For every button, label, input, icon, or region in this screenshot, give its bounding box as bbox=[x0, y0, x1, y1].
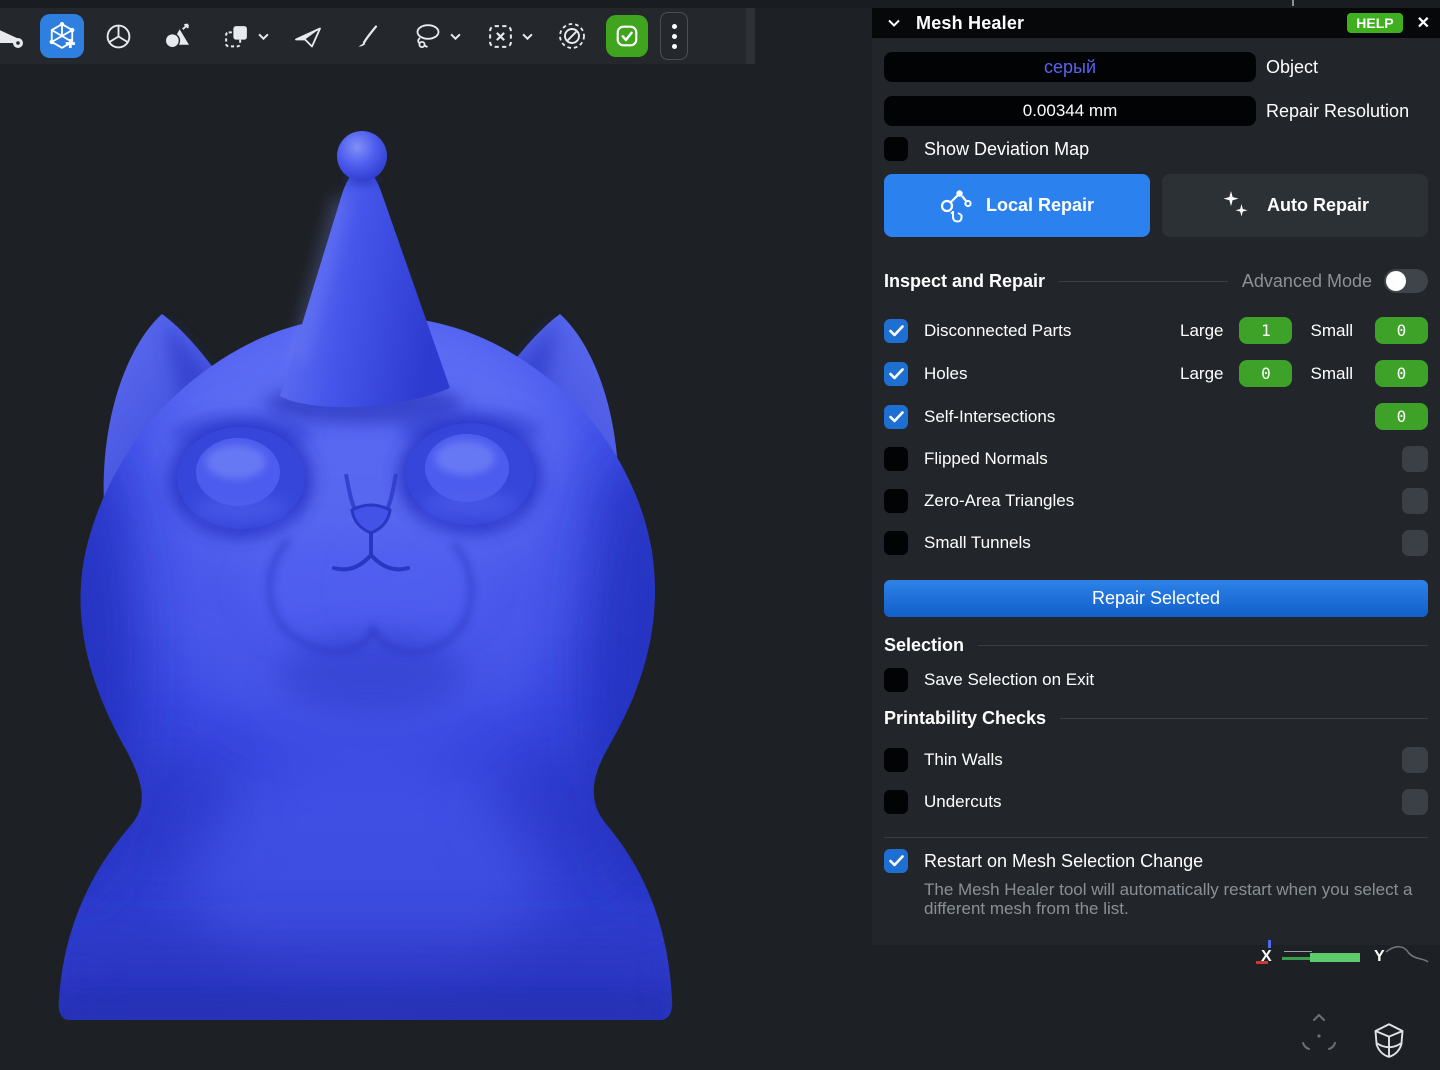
duplicate-icon[interactable] bbox=[218, 14, 254, 58]
auto-repair-sparkles-icon bbox=[1221, 189, 1253, 223]
empty-badge bbox=[1402, 446, 1428, 472]
cat-party-hat bbox=[264, 131, 464, 424]
selection-section-title: Selection bbox=[884, 635, 964, 656]
mesh-healer-panel: Mesh Healer HELP ✕ серый Object 0.00344 … bbox=[872, 8, 1440, 945]
advanced-mode-label: Advanced Mode bbox=[1242, 271, 1372, 292]
empty-badge bbox=[1402, 530, 1428, 556]
self-intersections-label: Self-Intersections bbox=[924, 407, 1055, 427]
restart-description: The Mesh Healer tool will automatically … bbox=[924, 880, 1436, 918]
save-selection-label: Save Selection on Exit bbox=[924, 670, 1094, 690]
auto-repair-label: Auto Repair bbox=[1267, 195, 1369, 216]
focus-view-button[interactable] bbox=[1297, 1012, 1341, 1059]
large-count-badge: 1 bbox=[1239, 317, 1292, 344]
save-selection-checkbox[interactable] bbox=[884, 668, 908, 692]
more-options-button[interactable] bbox=[660, 12, 688, 60]
y-axis-bar bbox=[1310, 953, 1360, 962]
clear-selection-icon[interactable] bbox=[554, 14, 590, 58]
box-deselect-chevron-down-icon[interactable] bbox=[518, 14, 536, 58]
toolbar bbox=[0, 8, 755, 64]
view-cube-button[interactable] bbox=[1372, 1022, 1406, 1063]
collapse-chevron-icon[interactable] bbox=[888, 19, 900, 27]
box-deselect-icon[interactable] bbox=[482, 14, 518, 58]
object-label: Object bbox=[1266, 57, 1318, 78]
large-label: Large bbox=[1180, 321, 1223, 341]
auto-repair-button[interactable]: Auto Repair bbox=[1162, 174, 1428, 237]
deflate-plane-icon[interactable] bbox=[290, 14, 326, 58]
count-badge: 0 bbox=[1375, 403, 1428, 430]
mesh-add-tool-button[interactable] bbox=[40, 14, 84, 58]
divider bbox=[1059, 281, 1228, 282]
cat-eye-right bbox=[398, 418, 542, 534]
small-tunnels-label: Small Tunnels bbox=[924, 533, 1031, 553]
small-label: Small bbox=[1310, 364, 1353, 384]
restart-on-selection-label: Restart on Mesh Selection Change bbox=[924, 851, 1203, 872]
restart-on-selection-checkbox[interactable] bbox=[884, 849, 908, 873]
thin-walls-label: Thin Walls bbox=[924, 750, 1003, 770]
repair-resolution-label: Repair Resolution bbox=[1266, 101, 1409, 122]
axis-x-label: X bbox=[1261, 948, 1272, 966]
advanced-mode-toggle[interactable] bbox=[1384, 269, 1428, 293]
show-deviation-label: Show Deviation Map bbox=[924, 139, 1089, 160]
z-axis-stub bbox=[1268, 940, 1271, 948]
repair-resolution-input[interactable]: 0.00344 mm bbox=[884, 96, 1256, 126]
panel-header[interactable]: Mesh Healer HELP ✕ bbox=[872, 8, 1440, 38]
cat-eye-left bbox=[169, 422, 313, 538]
small-count-badge: 0 bbox=[1375, 317, 1428, 344]
gizmo-gray-line bbox=[1284, 951, 1312, 952]
divider bbox=[1060, 718, 1428, 719]
gizmo-curve bbox=[1384, 942, 1430, 966]
zero-area-triangles-label: Zero-Area Triangles bbox=[924, 491, 1074, 511]
window-top-strip bbox=[0, 0, 1440, 8]
brush-icon[interactable] bbox=[350, 14, 386, 58]
empty-badge bbox=[1402, 488, 1428, 514]
top-tick-mark bbox=[1292, 0, 1294, 6]
holes-checkbox[interactable] bbox=[884, 362, 908, 386]
object-input[interactable]: серый bbox=[884, 52, 1256, 82]
local-repair-icon bbox=[940, 189, 972, 223]
disconnected-parts-checkbox[interactable] bbox=[884, 319, 908, 343]
shape-tools-icon[interactable] bbox=[158, 14, 194, 58]
undercuts-label: Undercuts bbox=[924, 792, 1001, 812]
zero-area-triangles-checkbox[interactable] bbox=[884, 489, 908, 513]
thin-walls-checkbox[interactable] bbox=[884, 748, 908, 772]
flipped-normals-checkbox[interactable] bbox=[884, 447, 908, 471]
lasso-select-icon[interactable] bbox=[410, 14, 446, 58]
empty-badge bbox=[1402, 747, 1428, 773]
show-deviation-checkbox[interactable] bbox=[884, 137, 908, 161]
flipped-normals-label: Flipped Normals bbox=[924, 449, 1048, 469]
axis-gizmo[interactable]: X Y bbox=[1248, 940, 1438, 970]
accept-button[interactable] bbox=[606, 15, 648, 57]
empty-badge bbox=[1402, 789, 1428, 815]
inspect-section-title: Inspect and Repair bbox=[884, 271, 1045, 292]
close-icon[interactable]: ✕ bbox=[1417, 13, 1430, 33]
large-label: Large bbox=[1180, 364, 1223, 384]
printability-section-title: Printability Checks bbox=[884, 708, 1046, 729]
large-count-badge: 0 bbox=[1239, 360, 1292, 387]
self-intersections-checkbox[interactable] bbox=[884, 405, 908, 429]
viewport-3d-model-cat[interactable] bbox=[46, 112, 676, 1028]
small-label: Small bbox=[1310, 321, 1353, 341]
disconnected-parts-label: Disconnected Parts bbox=[924, 321, 1071, 341]
repair-selected-button[interactable]: Repair Selected bbox=[884, 580, 1428, 617]
divider bbox=[978, 645, 1428, 646]
small-tunnels-checkbox[interactable] bbox=[884, 531, 908, 555]
holes-label: Holes bbox=[924, 364, 967, 384]
lasso-chevron-down-icon[interactable] bbox=[446, 14, 464, 58]
divider bbox=[884, 837, 1428, 838]
help-badge[interactable]: HELP bbox=[1347, 13, 1402, 33]
small-count-badge: 0 bbox=[1375, 360, 1428, 387]
local-repair-label: Local Repair bbox=[986, 195, 1094, 216]
undercuts-checkbox[interactable] bbox=[884, 790, 908, 814]
local-repair-button[interactable]: Local Repair bbox=[884, 174, 1150, 237]
duplicate-chevron-down-icon[interactable] bbox=[254, 14, 272, 58]
orientation-sphere-icon[interactable] bbox=[100, 14, 136, 58]
toolbar-grip[interactable] bbox=[746, 8, 755, 64]
surface-settings-icon[interactable] bbox=[0, 14, 28, 58]
panel-title: Mesh Healer bbox=[916, 13, 1024, 34]
